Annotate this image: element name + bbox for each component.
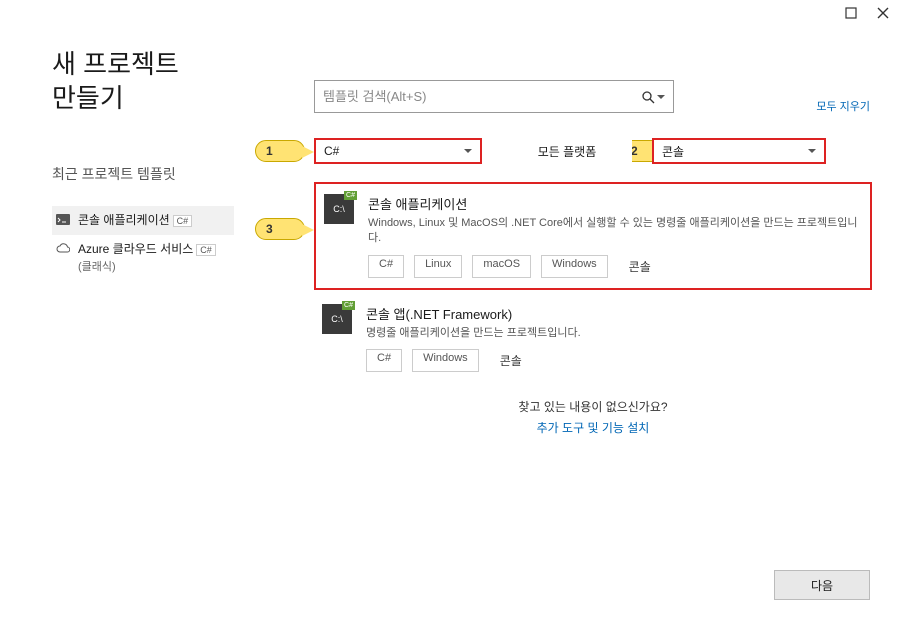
template-card-console-netfx[interactable]: C:\ C# 콘솔 앱(.NET Framework) 명령줄 애플리케이션을 … (314, 294, 872, 382)
tag: 콘솔 (489, 349, 533, 372)
maximize-button[interactable] (844, 6, 858, 20)
language-dropdown[interactable]: C# (314, 138, 482, 164)
next-button[interactable]: 다음 (774, 570, 870, 600)
template-results: C:\ C# 콘솔 애플리케이션 Windows, Linux 및 MacOS의… (314, 182, 872, 386)
footer-hint: 찾고 있는 내용이 없으신가요? 추가 도구 및 기능 설치 (314, 398, 872, 436)
console-app-icon: C:\ C# (322, 304, 352, 334)
recent-item-label: 콘솔 애플리케이션C# (78, 212, 192, 229)
recent-templates-list: 콘솔 애플리케이션C# Azure 클라우드 서비스C# (클래식) (52, 206, 234, 281)
template-card-console-app[interactable]: C:\ C# 콘솔 애플리케이션 Windows, Linux 및 MacOS의… (314, 182, 872, 290)
filter-row: C# 모든 플랫폼 콘솔 (314, 138, 826, 164)
language-value: C# (324, 144, 339, 158)
template-tags: C# Windows 콘솔 (366, 349, 864, 372)
template-tags: C# Linux macOS Windows 콘솔 (368, 255, 862, 278)
title-line1: 새 프로젝트 (52, 49, 179, 79)
template-title: 콘솔 애플리케이션 (368, 194, 862, 213)
close-button[interactable] (876, 6, 890, 20)
title-line2: 만들기 (52, 83, 124, 113)
recent-item-azure[interactable]: Azure 클라우드 서비스C# (클래식) (52, 235, 234, 281)
recent-templates-heading: 최근 프로젝트 템플릿 (52, 164, 176, 184)
recent-item-label: Azure 클라우드 서비스C# (클래식) (78, 241, 216, 275)
project-type-dropdown[interactable]: 콘솔 (652, 138, 826, 164)
console-app-icon: C:\ C# (324, 194, 354, 224)
chevron-down-icon (808, 149, 816, 153)
template-title: 콘솔 앱(.NET Framework) (366, 304, 864, 323)
install-tools-link[interactable]: 추가 도구 및 기능 설치 (314, 419, 872, 436)
csharp-badge-icon: C# (344, 191, 357, 200)
type-value: 콘솔 (662, 143, 684, 160)
search-input[interactable] (323, 89, 641, 104)
platform-dropdown[interactable]: 모든 플랫폼 (502, 138, 632, 164)
tag: macOS (472, 255, 531, 278)
template-description: 명령줄 애플리케이션을 만드는 프로젝트입니다. (366, 326, 864, 341)
tag: C# (368, 255, 404, 278)
annotation-1: 1 (255, 140, 305, 162)
search-icon[interactable] (641, 90, 665, 104)
csharp-badge-icon: C# (342, 301, 355, 310)
tag: 콘솔 (618, 255, 662, 278)
tag: Windows (541, 255, 608, 278)
footer-question: 찾고 있는 내용이 없으신가요? (314, 398, 872, 415)
tag: Linux (414, 255, 462, 278)
platform-value: 모든 플랫폼 (538, 143, 597, 160)
recent-item-console[interactable]: 콘솔 애플리케이션C# (52, 206, 234, 235)
console-icon (56, 213, 70, 227)
template-description: Windows, Linux 및 MacOS의 .NET Core에서 실행할 … (368, 216, 862, 247)
chevron-down-icon (464, 149, 472, 153)
tag: C# (366, 349, 402, 372)
template-search[interactable] (314, 80, 674, 113)
cloud-icon (56, 242, 70, 256)
chevron-down-icon (657, 95, 665, 99)
tag: Windows (412, 349, 479, 372)
page-title: 새 프로젝트만들기 (52, 48, 234, 116)
clear-all-link[interactable]: 모두 지우기 (816, 98, 870, 114)
annotation-3: 3 (255, 218, 305, 240)
